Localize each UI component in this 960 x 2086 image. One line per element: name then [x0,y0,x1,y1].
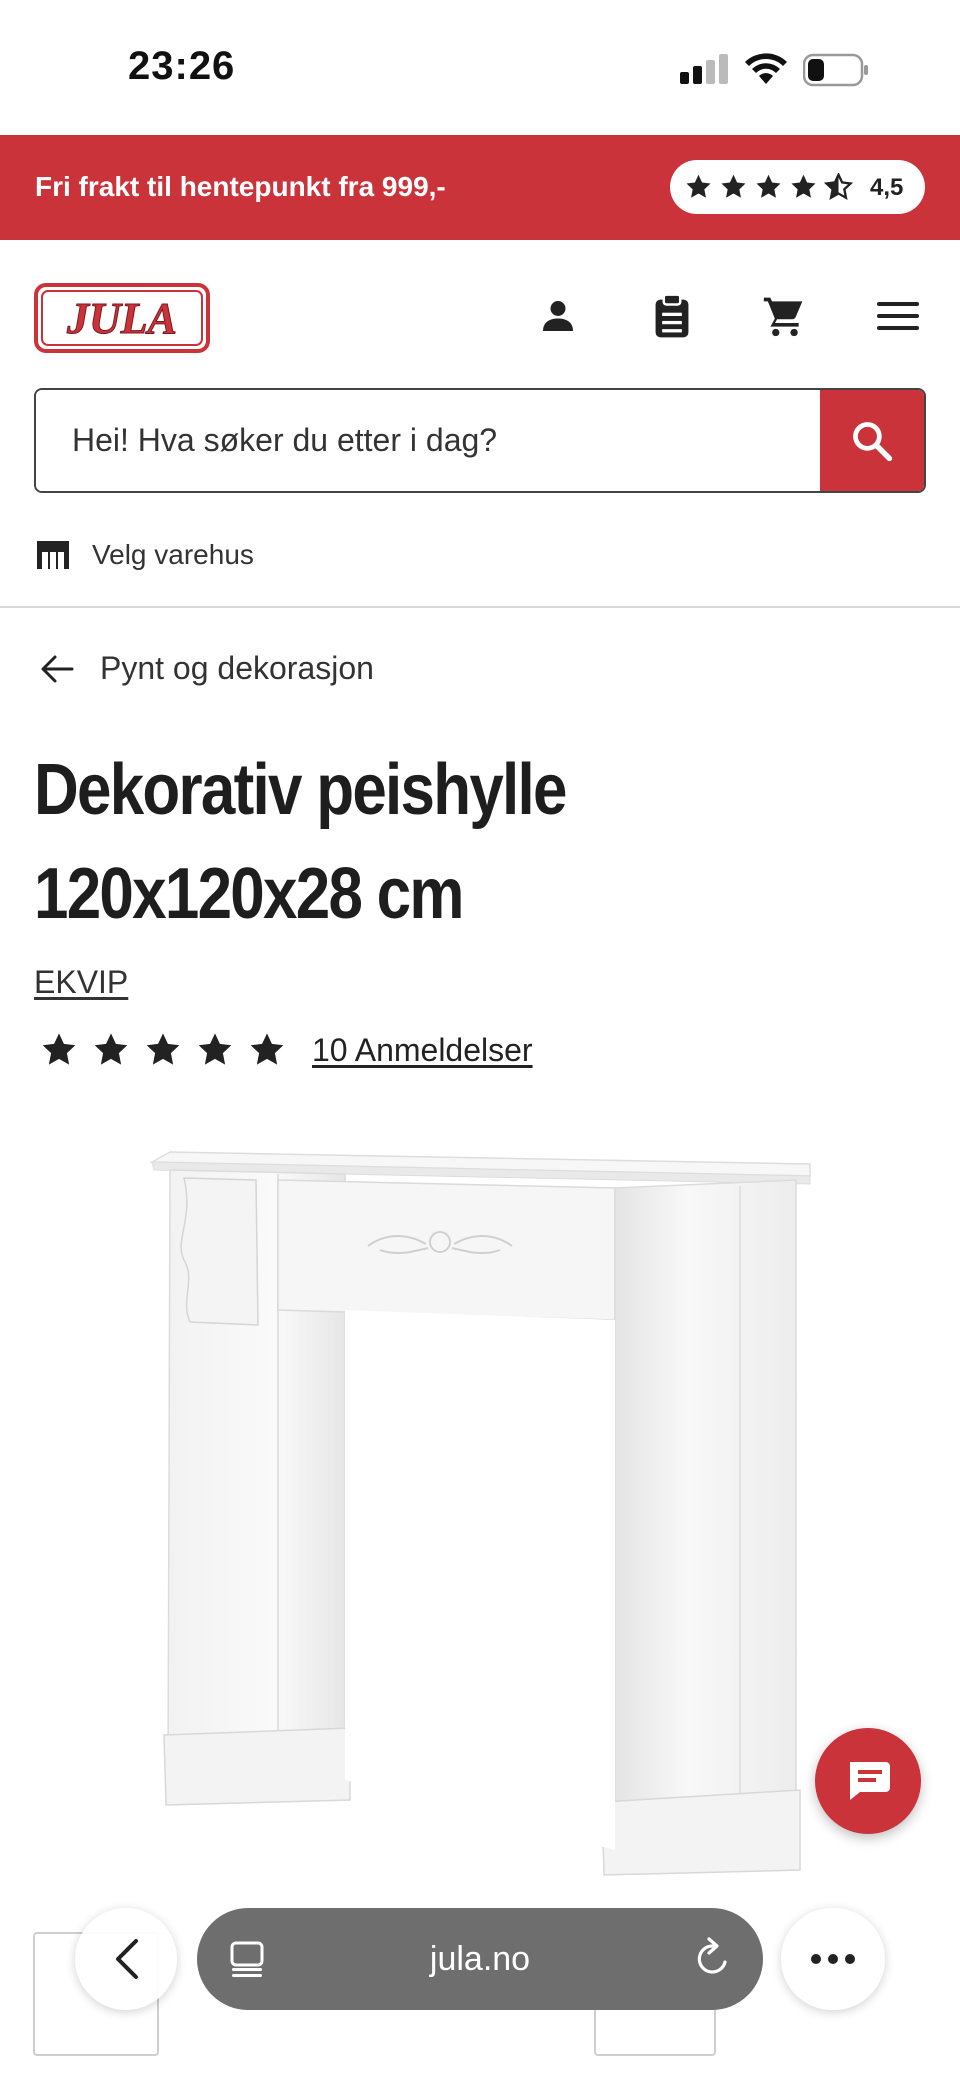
status-time: 23:26 [128,44,236,88]
star-icon [721,174,746,198]
search-bar [34,388,926,493]
store-rating-badge[interactable]: 4,5 [670,160,925,214]
search-button[interactable] [820,390,924,491]
url-text: jula.no [429,1940,531,1978]
product-image[interactable] [150,1150,815,1880]
browser-more-button[interactable] [781,1908,885,2010]
star-icon [686,174,711,198]
star-icon [198,1033,232,1065]
more-icon [811,1954,855,1964]
menu-icon[interactable] [872,290,924,342]
product-rating-stars [40,1031,286,1069]
store-icon [37,541,69,569]
header-divider [0,606,960,608]
jula-logo[interactable]: JULA [34,283,210,353]
breadcrumb-back[interactable]: Pynt og dekorasjon [40,650,374,687]
product-brand-link[interactable]: EKVIP [34,964,128,1001]
product-title: Dekorativ peishylle 120x120x28 cm [34,738,791,946]
half-star-icon [824,173,853,200]
account-icon[interactable] [532,290,584,342]
store-selector-label: Velg varehus [92,539,254,570]
star-icon [250,1033,284,1065]
product-title-line-1: Dekorativ peishylle [34,750,567,830]
product-title-line-2: 120x120x28 cm [34,854,464,934]
search-input[interactable] [36,390,822,491]
logo-text: JULA [66,294,177,343]
status-bar: 23:26 [0,0,960,135]
promo-text: Fri frakt til hentepunkt fra 999,- [35,171,446,202]
address-bar[interactable]: jula.no [197,1908,763,2010]
reload-icon[interactable] [693,1936,733,1980]
store-rating-stars [684,173,853,201]
cellular-signal-icon [680,54,730,84]
chat-button[interactable] [815,1728,921,1834]
cart-icon[interactable] [758,290,810,342]
product-rating: 10 Anmeldelser [40,1031,533,1069]
wifi-icon [745,53,787,84]
star-icon [791,174,816,198]
breadcrumb-label: Pynt og dekorasjon [100,650,374,686]
store-rating-value: 4,5 [870,174,904,201]
search-icon [853,421,893,461]
chat-icon [850,1762,890,1800]
promo-banner: Fri frakt til hentepunkt fra 999,- 4,5 [0,135,960,240]
star-icon [756,174,781,198]
arrow-left-icon [41,655,74,682]
browser-back-button[interactable] [75,1908,177,2010]
clipboard-icon[interactable] [646,290,698,342]
star-icon [94,1033,128,1065]
chevron-left-icon [116,1939,138,1979]
store-selector[interactable]: Velg varehus [36,535,254,575]
battery-icon [803,53,868,87]
star-icon [146,1033,180,1065]
star-icon [42,1033,76,1065]
reviews-link[interactable]: 10 Anmeldelser [312,1032,533,1069]
